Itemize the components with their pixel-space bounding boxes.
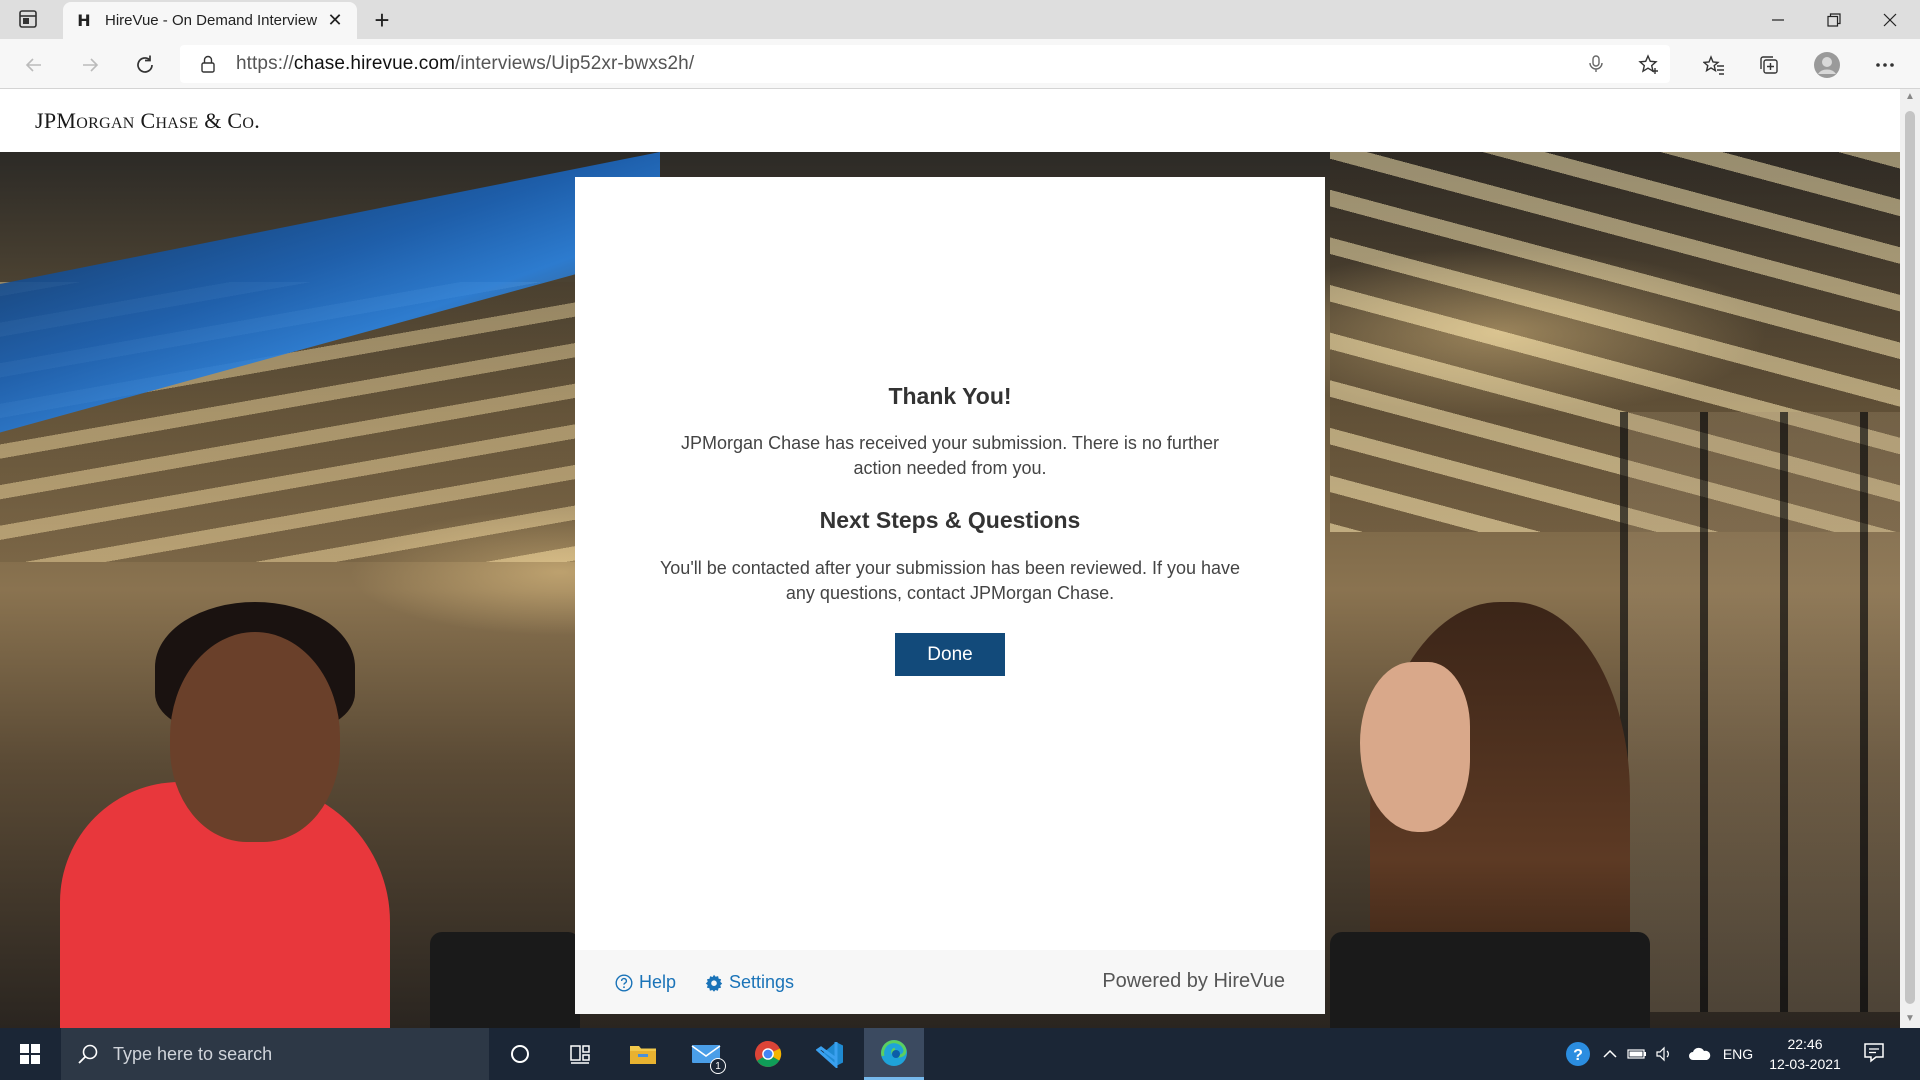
forward-arrow-icon[interactable]: [74, 49, 106, 81]
scroll-down-arrow-icon[interactable]: ▼: [1905, 1013, 1915, 1024]
more-options-icon[interactable]: [1869, 49, 1901, 81]
thank-you-heading: Thank You!: [888, 383, 1012, 409]
volume-icon[interactable]: [1652, 1028, 1678, 1080]
cortana-circle-icon[interactable]: [492, 1028, 548, 1080]
back-arrow-icon[interactable]: [18, 49, 50, 81]
browser-toolbar: https://chase.hirevue.com/interviews/Uip…: [0, 39, 1920, 89]
refresh-icon[interactable]: [129, 49, 161, 81]
notification-center-icon[interactable]: [1862, 1040, 1890, 1068]
gear-icon: [705, 974, 723, 992]
url-host: chase.hirevue.com: [293, 53, 455, 74]
system-clock[interactable]: 22:46 12-03-2021: [1760, 1034, 1850, 1074]
settings-link[interactable]: Settings: [705, 972, 794, 993]
svg-text:?: ?: [1573, 1047, 1583, 1064]
tab-title: HireVue - On Demand Interview: [105, 12, 318, 29]
chair-left: [430, 932, 580, 1028]
restore-icon[interactable]: [1806, 0, 1862, 39]
hirevue-favicon-icon: H: [77, 11, 91, 30]
onedrive-cloud-icon[interactable]: [1684, 1028, 1716, 1080]
next-steps-heading: Next Steps & Questions: [819, 507, 1081, 533]
chevron-up-icon[interactable]: [1598, 1028, 1622, 1080]
file-explorer-icon[interactable]: [615, 1028, 671, 1080]
tab-close-icon[interactable]: ✕: [321, 7, 349, 35]
task-view-icon[interactable]: [552, 1028, 608, 1080]
vscode-icon[interactable]: [802, 1028, 858, 1080]
page-scrollbar[interactable]: ▲ ▼: [1900, 89, 1920, 1028]
clock-date: 12-03-2021: [1769, 1056, 1841, 1072]
woman-red-shirt: [60, 572, 390, 1028]
settings-label: Settings: [729, 972, 795, 992]
taskbar-search-box[interactable]: Type here to search: [61, 1028, 489, 1080]
page-header: JPMORGAN CHASE & CO.: [0, 89, 1900, 152]
collections-icon[interactable]: [1753, 49, 1785, 81]
add-favorite-star-icon[interactable]: [1638, 54, 1658, 74]
browser-tabstrip: H HireVue - On Demand Interview ✕ +: [0, 0, 1920, 39]
profile-avatar-icon[interactable]: [1811, 49, 1843, 81]
search-placeholder: Type here to search: [113, 1043, 273, 1064]
browser-tab-active[interactable]: H HireVue - On Demand Interview ✕: [63, 2, 357, 39]
submission-received-text: JPMorgan Chase has received your submiss…: [681, 433, 1219, 478]
new-tab-plus-icon[interactable]: +: [368, 5, 396, 35]
chair-right: [1330, 932, 1650, 1028]
lock-icon[interactable]: [200, 55, 216, 73]
help-label: Help: [639, 972, 677, 992]
help-tray-icon[interactable]: ?: [1560, 1028, 1596, 1080]
help-link[interactable]: Help: [615, 972, 676, 993]
address-bar[interactable]: https://chase.hirevue.com/interviews/Uip…: [180, 45, 1670, 83]
favorites-icon[interactable]: [1698, 49, 1730, 81]
close-window-icon[interactable]: [1862, 0, 1918, 39]
tab-actions-icon[interactable]: [17, 8, 39, 30]
mail-unread-badge: 1: [710, 1058, 726, 1074]
next-steps-text: You'll be contacted after your submissio…: [659, 558, 1241, 603]
language-indicator[interactable]: ENG: [1718, 1028, 1758, 1080]
thank-you-card: Thank You! JPMorgan Chase has received y…: [575, 177, 1325, 1014]
url-path: /interviews/Uip52xr-bwxs2h/: [455, 53, 695, 74]
windows-start-icon[interactable]: [0, 1028, 60, 1080]
mail-icon[interactable]: 1: [678, 1028, 734, 1080]
microphone-icon[interactable]: [1586, 54, 1606, 74]
url-text[interactable]: https://chase.hirevue.com/interviews/Uip…: [236, 53, 694, 75]
clock-time: 22:46: [1787, 1036, 1823, 1052]
url-scheme: https://: [236, 53, 294, 74]
scroll-up-arrow-icon[interactable]: ▲: [1905, 91, 1915, 102]
battery-icon[interactable]: [1624, 1028, 1650, 1080]
done-button[interactable]: Done: [895, 633, 1005, 676]
powered-by-hirevue: Powered by HireVue: [1102, 970, 1285, 992]
edge-browser-icon[interactable]: [864, 1028, 924, 1080]
card-footer: Help Settings Powered by HireVue: [575, 950, 1325, 1014]
chrome-icon[interactable]: [740, 1028, 796, 1080]
minimize-icon[interactable]: [1750, 0, 1806, 39]
search-icon: [77, 1043, 99, 1065]
jpmorgan-chase-logo[interactable]: JPMORGAN CHASE & CO.: [35, 108, 260, 134]
windows-taskbar: Type here to search 1 ? ENG 22:46 12-03-: [0, 1028, 1920, 1080]
help-circle-icon: [615, 973, 633, 992]
scroll-thumb[interactable]: [1905, 111, 1915, 1004]
language-label: ENG: [1722, 1046, 1754, 1062]
